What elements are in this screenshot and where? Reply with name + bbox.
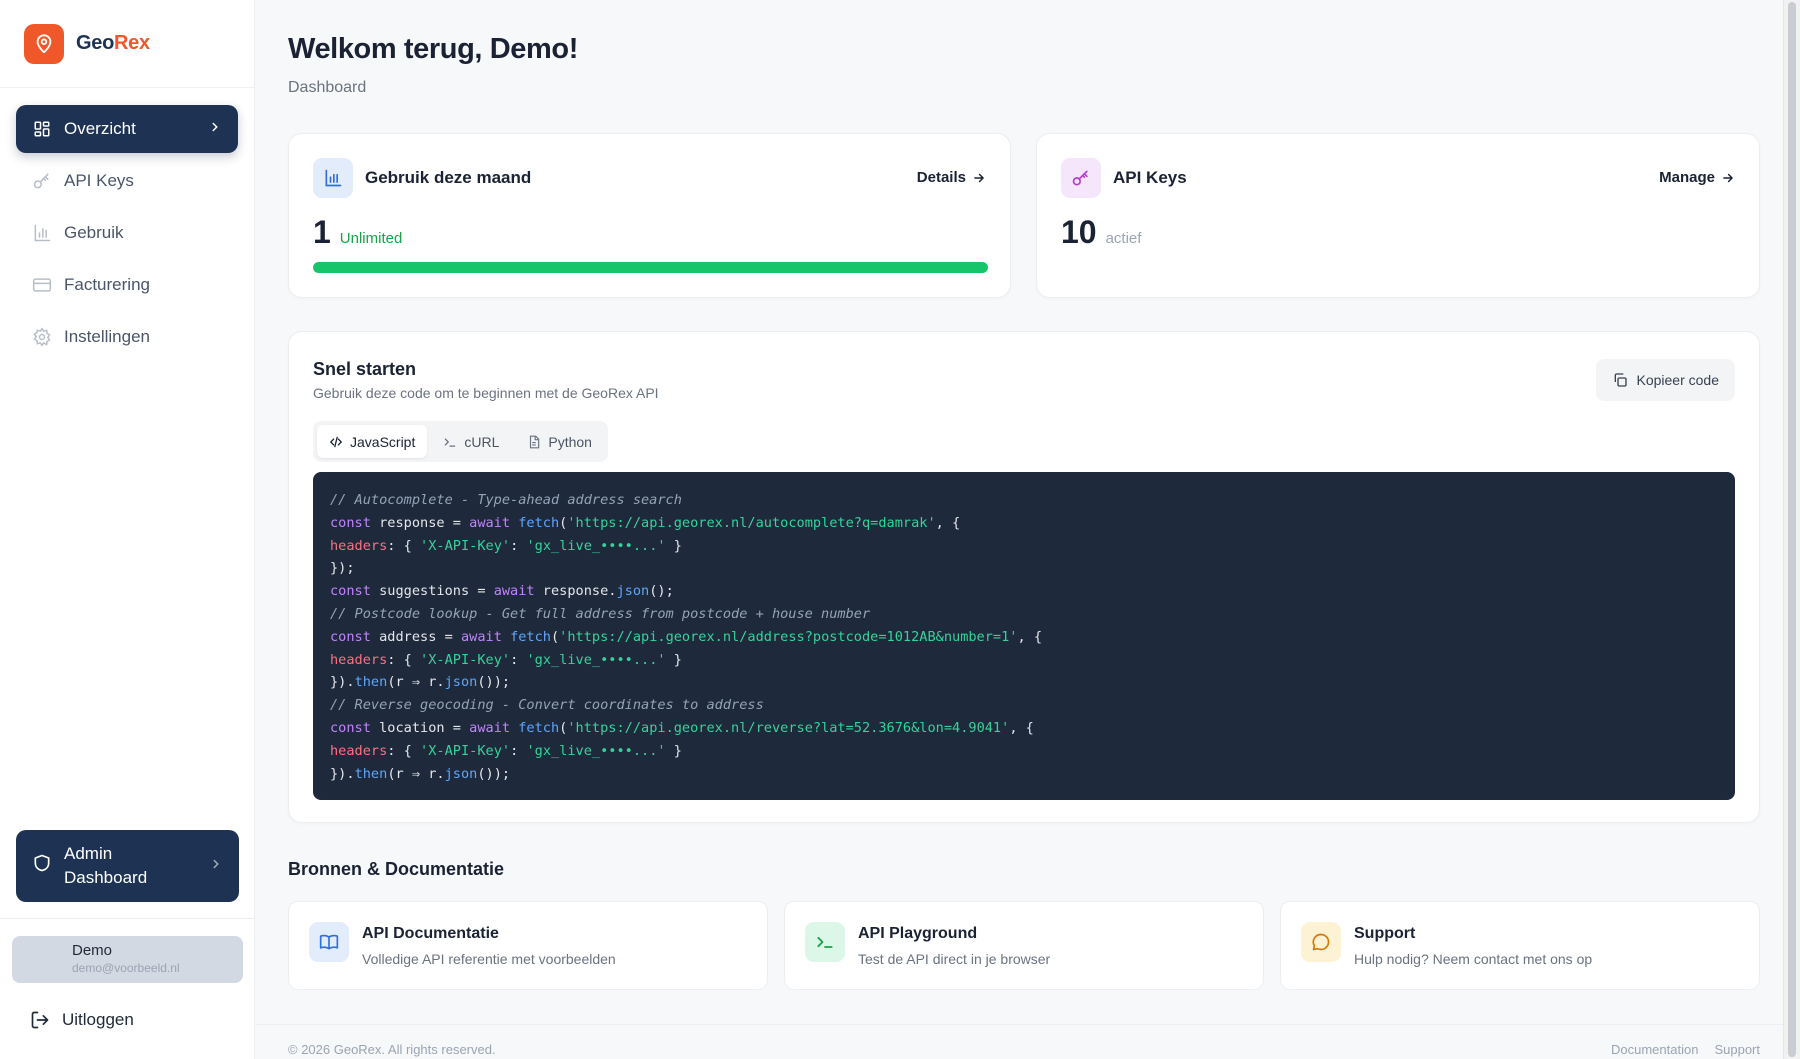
footer-link-documentation[interactable]: Documentation <box>1611 1042 1698 1057</box>
resource-api-docs[interactable]: API Documentatie Volledige API referenti… <box>288 901 768 990</box>
sidebar-item-api-keys[interactable]: API Keys <box>16 157 238 205</box>
sidebar-item-label: Gebruik <box>64 223 124 242</box>
copy-code-button[interactable]: Kopieer code <box>1596 359 1735 401</box>
arrow-right-icon <box>1723 173 1733 182</box>
arrow-right-icon <box>974 173 984 182</box>
user-name: Demo <box>72 942 113 959</box>
file-icon <box>530 435 540 448</box>
sidebar-item-instellingen[interactable]: Instellingen <box>16 313 238 361</box>
copyright: © 2026 GeoRex. All rights reserved. <box>288 1042 496 1057</box>
footer: © 2026 GeoRex. All rights reserved. Docu… <box>255 1024 1783 1059</box>
sidebar-item-label: Overzicht <box>64 119 136 138</box>
book-icon <box>309 922 349 962</box>
resources-title: Bronnen & Documentatie <box>288 859 505 879</box>
main-content: Welkom terug, Demo! Dashboard Gebruik de… <box>255 0 1783 1059</box>
card-title: Gebruik deze maand <box>365 168 532 187</box>
scrollbar[interactable] <box>1783 0 1800 1059</box>
language-tabs: JavaScript cURL Python <box>313 421 608 462</box>
active-keys-count: 10 <box>1061 214 1097 250</box>
bar-chart-icon <box>313 158 353 198</box>
location-pin-icon <box>24 23 64 64</box>
chevron-right-icon <box>209 854 223 878</box>
bar-chart-icon <box>32 223 52 243</box>
resource-name: Support <box>1354 925 1416 942</box>
copy-icon <box>1615 373 1628 387</box>
card-title: API Keys <box>1113 168 1187 187</box>
api-keys-card: API Keys Manage 10 actief <box>1036 133 1760 298</box>
usage-count: 1 <box>313 214 331 250</box>
sidebar-item-overzicht[interactable]: Overzicht <box>16 105 238 153</box>
key-icon <box>1061 158 1101 198</box>
resource-description: Test de API direct in je browser <box>858 951 1051 967</box>
resource-support[interactable]: Support Hulp nodig? Neem contact met ons… <box>1280 901 1760 990</box>
page-title: Welkom terug, Demo! <box>288 33 578 65</box>
tab-javascript[interactable]: JavaScript <box>317 425 428 458</box>
credit-card-icon <box>32 275 52 295</box>
admin-dashboard-button[interactable]: Admin Dashboard <box>16 830 239 902</box>
brand-name: GeoRex <box>76 32 150 54</box>
resource-description: Hulp nodig? Neem contact met ons op <box>1354 951 1593 967</box>
sidebar-item-facturering[interactable]: Facturering <box>16 261 238 309</box>
tab-curl[interactable]: cURL <box>431 425 511 458</box>
divider <box>0 918 255 919</box>
terminal-icon <box>805 922 845 962</box>
sidebar-item-label: Instellingen <box>64 327 151 346</box>
quickstart-subtitle: Gebruik deze code om te beginnen met de … <box>313 385 659 401</box>
details-link[interactable]: Details <box>917 169 986 186</box>
tab-python[interactable]: Python <box>515 425 604 458</box>
key-icon <box>32 171 52 191</box>
logout-label: Uitloggen <box>62 1010 134 1029</box>
active-keys-label: actief <box>1105 230 1142 247</box>
sidebar-item-label: Facturering <box>64 275 150 294</box>
resource-name: API Documentatie <box>362 925 499 942</box>
logout-button[interactable]: Uitloggen <box>30 1010 134 1030</box>
footer-link-support[interactable]: Support <box>1714 1042 1760 1057</box>
grid-icon <box>32 119 52 139</box>
logout-icon <box>30 1010 50 1030</box>
shield-icon <box>32 853 52 880</box>
usage-progress-bar <box>313 262 988 273</box>
resource-name: API Playground <box>858 925 978 942</box>
terminal-icon <box>445 437 456 447</box>
resource-description: Volledige API referentie met voorbeelden <box>362 951 616 967</box>
chat-bubble-icon <box>1301 922 1341 962</box>
chevron-right-icon <box>208 119 222 139</box>
quickstart-title: Snel starten <box>313 359 417 379</box>
manage-link[interactable]: Manage <box>1659 169 1735 186</box>
user-profile[interactable]: Demo demo@voorbeeld.nl <box>12 936 243 983</box>
sidebar-item-gebruik[interactable]: Gebruik <box>16 209 238 257</box>
sidebar-nav: Overzicht API Keys Gebruik Facturering I… <box>0 88 254 361</box>
page-subtitle: Dashboard <box>288 79 367 96</box>
usage-card: Gebruik deze maand Details 1 Unlimited <box>288 133 1011 298</box>
user-email: demo@voorbeeld.nl <box>72 961 180 975</box>
brand[interactable]: GeoRex <box>0 0 254 88</box>
code-block[interactable]: // Autocomplete - Type-ahead address sea… <box>313 472 1735 800</box>
usage-progress-fill <box>313 262 988 273</box>
usage-limit-label: Unlimited <box>339 230 403 247</box>
admin-dashboard-label: Admin Dashboard <box>64 844 148 887</box>
sidebar-item-label: API Keys <box>64 171 134 190</box>
code-icon <box>330 436 342 447</box>
resource-api-playground[interactable]: API Playground Test de API direct in je … <box>784 901 1264 990</box>
scrollbar-thumb[interactable] <box>1788 2 1796 1057</box>
sidebar: GeoRex Overzicht API Keys Gebruik Factur… <box>0 0 255 1059</box>
gear-icon <box>32 327 52 347</box>
quickstart-card: Snel starten Gebruik deze code om te beg… <box>288 331 1760 823</box>
